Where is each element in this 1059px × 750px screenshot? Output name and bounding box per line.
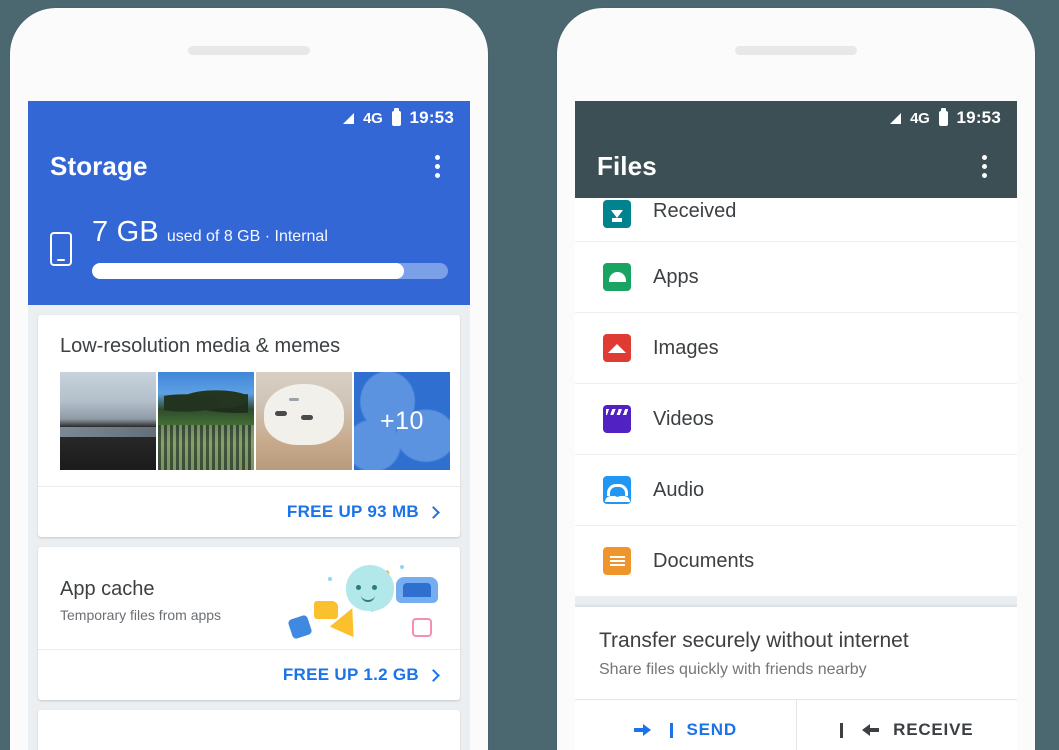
low-resolution-media-card[interactable]: Low-resolution media & memes +10 FREE UP… (38, 315, 460, 537)
send-button[interactable]: SEND (575, 700, 797, 750)
phone-speaker-slot (735, 46, 857, 55)
next-card-partial[interactable] (38, 710, 460, 750)
usage-column: 7 GB used of 8 GB · Internal (92, 216, 448, 279)
headphones-icon (603, 476, 631, 504)
more-count-label: +10 (380, 406, 424, 435)
crowd-on-grass-thumbnail[interactable] (158, 372, 254, 470)
more-photos-overlay[interactable]: +10 (354, 372, 450, 470)
status-clock: 19:53 (409, 108, 454, 127)
received-download-icon (603, 200, 631, 228)
status-bar: 4G 19:53 (28, 101, 470, 135)
file-category-list: Received Apps Images Videos Audio Docume… (575, 198, 1017, 597)
usage-line: 7 GB used of 8 GB · Internal (92, 216, 448, 249)
cleaning-mascot-illustration (287, 563, 438, 640)
file-row-label: Apps (653, 265, 699, 288)
card-title: Low-resolution media & memes (60, 335, 341, 357)
signal-triangle-icon (343, 112, 355, 124)
file-row-documents[interactable]: Documents (575, 526, 1017, 597)
files-app-screen: 4G 19:53 Files Received Apps Images Vide… (575, 101, 1017, 750)
network-label: 4G (910, 109, 930, 127)
page-title: Storage (50, 151, 148, 181)
document-lines-icon (603, 547, 631, 575)
mascot-blob-icon (346, 565, 394, 611)
app-cache-body: App cache Temporary files from apps (38, 547, 460, 649)
transfer-bottom-sheet: Transfer securely without internet Share… (575, 607, 1017, 750)
free-up-media-label: FREE UP 93 MB (286, 502, 419, 521)
file-row-label: Images (653, 336, 719, 359)
screenshot-stage: 4G 19:53 Storage 7 GB used of 8 GB · Int… (0, 0, 1059, 750)
status-clock: 19:53 (956, 108, 1001, 127)
file-row-audio[interactable]: Audio (575, 455, 1017, 526)
image-mountain-icon (603, 334, 631, 362)
page-title: Files (597, 151, 657, 181)
files-app-bar: Files (575, 135, 1017, 198)
white-cat-thumbnail[interactable] (256, 372, 352, 470)
storage-header-region: 4G 19:53 Storage 7 GB used of 8 GB · Int… (28, 101, 470, 305)
arrow-right-to-bar-icon (633, 723, 656, 737)
app-cache-subtitle: Temporary files from apps (60, 606, 222, 623)
free-up-cache-label: FREE UP 1.2 GB (282, 665, 419, 684)
beach-seascape-thumbnail[interactable] (60, 372, 156, 470)
battery-icon (938, 107, 948, 126)
file-row-received[interactable]: Received (575, 198, 1017, 242)
free-up-cache-button[interactable]: FREE UP 1.2 GB (282, 665, 440, 685)
status-bar: 4G 19:53 (575, 101, 1017, 135)
couch-icon (396, 577, 438, 603)
storage-app-screen: 4G 19:53 Storage 7 GB used of 8 GB · Int… (28, 101, 470, 750)
phone-icon (50, 232, 72, 266)
card-action-row: FREE UP 1.2 GB (38, 649, 460, 700)
arrow-left-from-bar-icon (857, 723, 880, 737)
chevron-right-icon (427, 668, 440, 682)
chevron-right-icon (427, 505, 440, 519)
sparkle-icon (400, 565, 404, 569)
storage-summary: 7 GB used of 8 GB · Internal (28, 198, 470, 305)
network-label: 4G (363, 109, 383, 127)
app-cache-card[interactable]: App cache Temporary files from apps FREE… (38, 547, 460, 700)
kebab-menu-icon[interactable] (974, 149, 995, 184)
files-header-region: 4G 19:53 Files (575, 101, 1017, 198)
file-row-label: Videos (653, 407, 714, 430)
battery-icon (391, 107, 401, 126)
storage-used-value: 7 GB (92, 216, 159, 248)
phone-speaker-slot (188, 46, 310, 55)
file-row-apps[interactable]: Apps (575, 242, 1017, 313)
sheet-action-row: SEND RECEIVE (575, 699, 1017, 750)
file-row-videos[interactable]: Videos (575, 384, 1017, 455)
android-robot-icon (603, 263, 631, 291)
video-clapper-icon (603, 405, 631, 433)
file-row-label: Documents (653, 549, 755, 572)
kebab-menu-icon[interactable] (427, 149, 448, 184)
pink-image-icon (412, 618, 432, 637)
signal-triangle-icon (890, 112, 902, 124)
sheet-subtitle: Share files quickly with friends nearby (599, 661, 867, 678)
left-phone-mockup: 4G 19:53 Storage 7 GB used of 8 GB · Int… (10, 8, 488, 750)
send-bar-icon (669, 722, 673, 738)
sheet-title: Transfer securely without internet (599, 629, 909, 652)
storage-progress-track (92, 263, 448, 279)
file-row-label: Received (653, 200, 737, 222)
sheet-divider (575, 597, 1017, 607)
sparkle-icon (328, 577, 332, 581)
receive-bar-icon (840, 722, 844, 738)
file-row-images[interactable]: Images (575, 313, 1017, 384)
blue-file-icon (287, 614, 313, 640)
right-phone-mockup: 4G 19:53 Files Received Apps Images Vide… (557, 8, 1035, 750)
storage-progress-fill (92, 263, 404, 279)
send-label: SEND (686, 720, 737, 739)
receive-button[interactable]: RECEIVE (797, 700, 1018, 750)
storage-app-bar: Storage (28, 135, 470, 198)
thumbnail-strip: +10 (38, 372, 460, 486)
receive-label: RECEIVE (893, 720, 974, 739)
storage-detail-text: used of 8 GB · Internal (166, 228, 328, 245)
file-row-label: Audio (653, 478, 705, 501)
card-action-row: FREE UP 93 MB (38, 486, 460, 537)
app-cache-text: App cache Temporary files from apps (60, 578, 288, 623)
app-cache-title: App cache (60, 577, 155, 600)
free-up-media-button[interactable]: FREE UP 93 MB (286, 502, 440, 522)
